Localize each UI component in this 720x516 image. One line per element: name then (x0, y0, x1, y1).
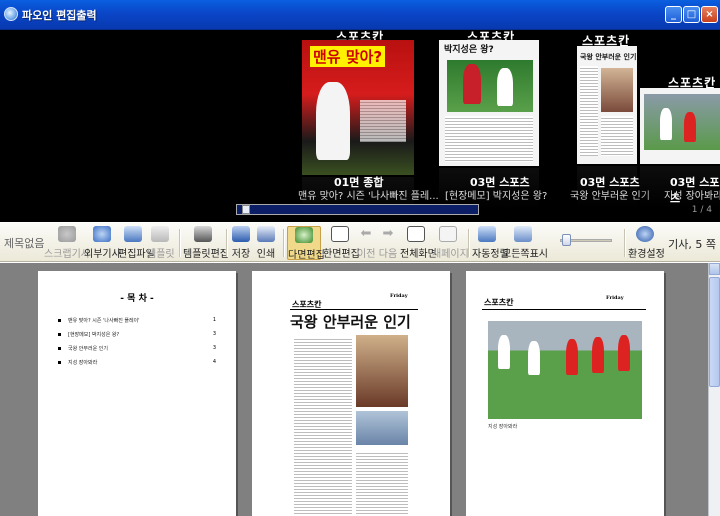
show-all-pages-icon (514, 226, 532, 242)
new-page-icon (439, 226, 457, 242)
edit-file-icon (124, 226, 142, 242)
scroll-up-arrow-icon[interactable] (709, 263, 720, 275)
prev-arrow-icon: ⬅ (360, 226, 372, 241)
toolbar-separator (624, 229, 625, 257)
fullscreen-button[interactable]: 전체화면 (400, 226, 437, 260)
next-arrow-icon: ➡ (382, 226, 394, 241)
page-toc[interactable]: - 목 차 - 맨유 맞아? 시즌 '나사빠진 플레이' 1 [현장메모] 박지… (38, 271, 236, 516)
cover-thumbnail: 박지성은 왕? (439, 40, 539, 166)
template-edit-icon (194, 226, 212, 242)
document-title: 제목없음 (4, 237, 45, 250)
zoom-slider[interactable] (560, 234, 612, 246)
article-photo (356, 335, 408, 407)
fullscreen-icon (407, 226, 425, 242)
scroll-thumb[interactable] (709, 277, 720, 387)
next-button[interactable]: ➡ 다음 (378, 226, 398, 260)
print-button[interactable]: 인쇄 (255, 226, 277, 260)
settings-button[interactable]: 환경설정 (628, 226, 665, 260)
new-page-button[interactable]: 새페이지 (432, 226, 469, 260)
cover-headline: 국왕 안부러운 인기 (580, 53, 637, 61)
cover-thumbnail (640, 88, 720, 164)
bullet-icon (58, 347, 61, 350)
toc-title: - 목 차 - (120, 294, 154, 304)
photo-caption: 지성 장아봐라 (488, 424, 518, 430)
settings-icon (636, 226, 654, 242)
multi-page-edit-button[interactable]: 다면편집 (287, 226, 325, 261)
app-icon (4, 7, 18, 21)
zoom-slider-knob[interactable] (562, 234, 571, 246)
cover-thumbnail: 맨유 맞아? (302, 40, 414, 175)
main-toolbar: 제목없음 스크랩기사 외부기사 편집파일 템플릿 템플릿편집 저장 인쇄 다면편… (0, 222, 720, 262)
page-header-right: Friday (390, 293, 408, 299)
bullet-icon (58, 319, 61, 322)
page-article-3[interactable]: 스포츠칸 Friday 지성 장아봐라 (466, 271, 664, 516)
window-titlebar[interactable]: 파오인 편집출력 _ □ × (0, 0, 720, 30)
external-article-button[interactable]: 외부기사 (84, 226, 121, 260)
cover-thumbnail: 국왕 안부러운 인기 (577, 46, 637, 164)
page-masthead: 스포츠칸 (484, 297, 514, 307)
article-photo (356, 411, 408, 445)
show-all-pages-button[interactable]: 모든쪽표시 (502, 226, 548, 260)
page-panel-scrollbar[interactable] (708, 263, 720, 516)
save-icon (232, 226, 250, 242)
single-page-edit-button[interactable]: 한면편집 (323, 226, 360, 260)
cover-title: 국왕 안부러운 인기 (570, 191, 650, 202)
template-button[interactable]: 템플릿 (147, 226, 175, 260)
toc-entry[interactable]: 맨유 맞아? 시즌 '나사빠진 플레이' 1 (58, 317, 216, 324)
header-rule (482, 309, 646, 310)
cover-title: 지성 장아봐라 (664, 191, 720, 202)
coverflow-viewer[interactable]: 스포츠칸 맨유 맞아? 01면 종합 맨유 맞아? 시즌 '나사빠진 플레...… (0, 30, 720, 222)
external-article-icon (93, 226, 111, 242)
minimize-button[interactable]: _ (665, 6, 682, 23)
save-button[interactable]: 저장 (230, 226, 252, 260)
page-panel[interactable]: - 목 차 - 맨유 맞아? 시즌 '나사빠진 플레이' 1 [현장메모] 박지… (0, 263, 708, 516)
coverflow-scrollbar[interactable] (236, 204, 479, 215)
bullet-icon (58, 333, 61, 336)
scrap-icon (58, 226, 76, 242)
article-body (294, 337, 352, 515)
page-headline: 국왕 안부러운 인기 (290, 313, 411, 331)
toc-entry[interactable]: [현장메모] 박지성은 왕? 3 (58, 331, 216, 338)
bullet-icon (58, 361, 61, 364)
toolbar-separator (179, 229, 180, 257)
toolbar-separator (283, 229, 284, 257)
toc-entry[interactable]: 지성 장아봐라 4 (58, 359, 216, 366)
header-rule (290, 309, 418, 310)
print-icon (257, 226, 275, 242)
page-counter: 1 / 4 (691, 205, 712, 215)
page-header-right: Friday (606, 295, 624, 301)
single-page-icon (331, 226, 349, 242)
cover-title: [현장메모] 박지성은 왕? (445, 191, 548, 202)
coverflow-scroll-thumb[interactable] (242, 205, 250, 214)
article-photo (488, 321, 642, 419)
toolbar-separator (468, 229, 469, 257)
article-body (356, 451, 408, 515)
page-article-2[interactable]: 스포츠칸 Friday 국왕 안부러운 인기 (252, 271, 450, 516)
cover-title: 맨유 맞아? 시즌 '나사빠진 플레... (298, 191, 439, 202)
window-title: 파오인 편집출력 (22, 9, 97, 22)
cover-headline: 맨유 맞아? (310, 46, 386, 67)
previous-button[interactable]: ⬅ 이전 (357, 226, 375, 260)
cover-headline: 박지성은 왕? (444, 45, 494, 55)
auto-align-button[interactable]: 자동정렬 (472, 226, 509, 260)
toc-entry[interactable]: 국왕 안부러운 인기 3 (58, 345, 216, 352)
template-icon (151, 226, 169, 242)
edit-file-button[interactable]: 편집파일 (118, 226, 155, 260)
toolbar-separator (226, 229, 227, 257)
auto-align-icon (478, 226, 496, 242)
maximize-button[interactable]: □ (683, 6, 700, 23)
close-button[interactable]: × (701, 6, 718, 23)
template-edit-button[interactable]: 템플릿편집 (183, 226, 229, 260)
article-count: 기사, 5 쪽 (668, 238, 716, 251)
multi-page-icon (295, 227, 313, 243)
